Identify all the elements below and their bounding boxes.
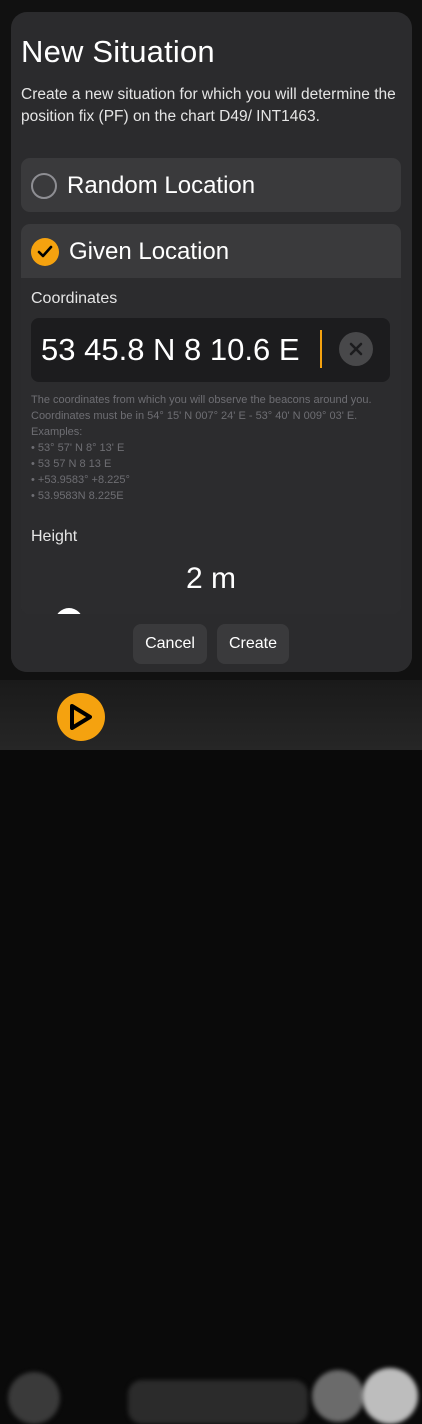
blurred-slider: [128, 1380, 308, 1424]
given-location-label: Given Location: [69, 238, 230, 265]
dialog-title: New Situation: [21, 34, 215, 69]
height-value: 2 m: [185, 562, 236, 595]
blurred-button: [8, 1372, 60, 1424]
play-icon: [70, 704, 92, 730]
given-location-option[interactable]: Given Location Coordinates 53 45.8 N 8 1…: [21, 224, 401, 614]
help-line: The coordinates from which you will obse…: [31, 394, 372, 438]
random-location-label: Random Location: [67, 172, 256, 199]
coordinates-value[interactable]: 53 45.8 N 8 10.6 E: [41, 332, 300, 368]
cancel-button[interactable]: Cancel: [133, 624, 207, 664]
dialog-footer: Cancel Create: [11, 614, 412, 672]
play-button[interactable]: [57, 693, 105, 741]
text-caret: [320, 330, 322, 368]
coordinates-label: Coordinates: [31, 290, 118, 307]
radio-checked-icon[interactable]: [31, 238, 59, 266]
help-line: • 53° 57' N 8° 13' E: [31, 442, 125, 454]
help-line: • 53 57 N 8 13 E: [31, 458, 112, 470]
blurred-button: [312, 1370, 364, 1422]
create-button[interactable]: Create: [217, 624, 289, 664]
help-line: • 53.9583N 8.225E: [31, 490, 124, 502]
clear-icon: [349, 342, 363, 356]
random-location-option[interactable]: Random Location: [21, 158, 401, 212]
clear-button[interactable]: [339, 332, 373, 366]
coordinates-input[interactable]: 53 45.8 N 8 10.6 E: [31, 318, 390, 382]
new-situation-dialog: New Situation Create a new situation for…: [11, 12, 412, 672]
checkmark-icon: [37, 245, 53, 258]
random-location-row: Random Location: [31, 170, 255, 202]
coordinates-help-text: The coordinates from which you will obse…: [31, 392, 393, 504]
blurred-button: [362, 1368, 418, 1424]
dialog-description: Create a new situation for which you wil…: [21, 86, 396, 125]
radio-unchecked-icon[interactable]: [31, 173, 57, 199]
help-line: • +53.9583° +8.225°: [31, 474, 130, 486]
given-location-row: Given Location: [31, 236, 229, 268]
height-label: Height: [31, 528, 78, 545]
given-location-form: Coordinates 53 45.8 N 8 10.6 E The coord…: [21, 278, 401, 614]
